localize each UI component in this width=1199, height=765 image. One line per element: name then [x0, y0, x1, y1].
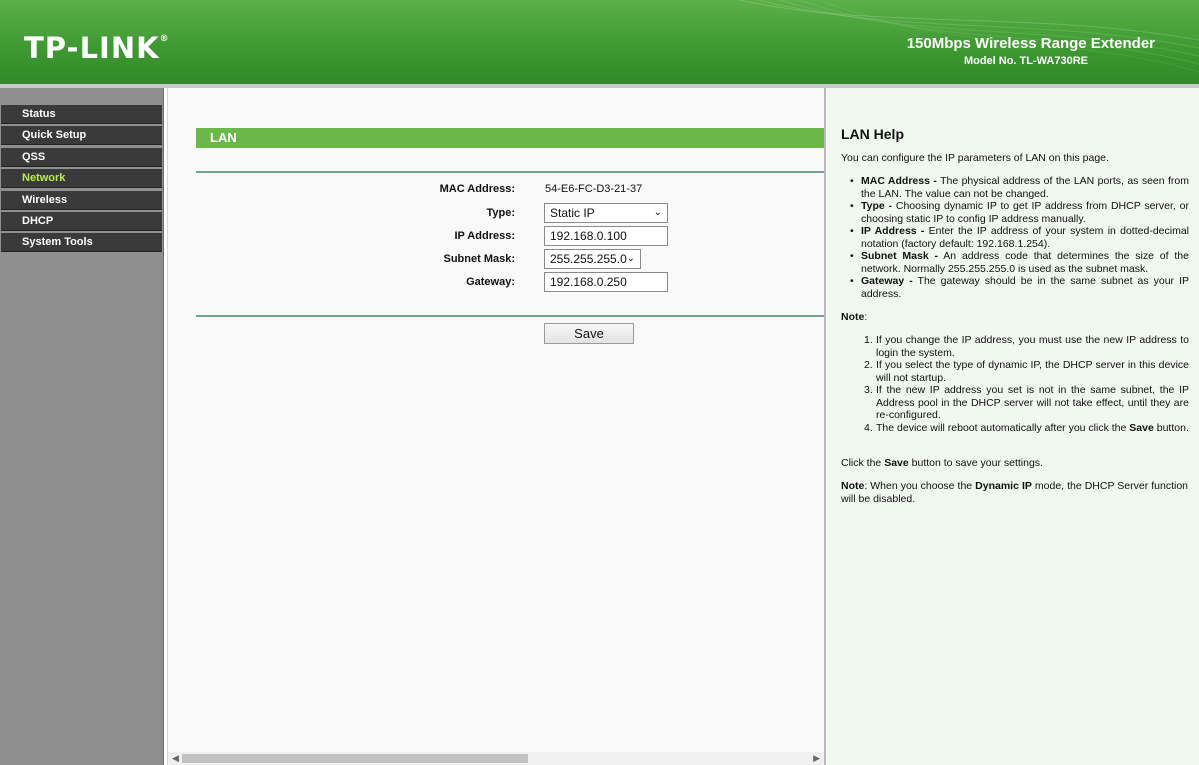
help-panel: LAN Help You can configure the IP parame… — [826, 88, 1199, 765]
sidebar-item-status[interactable]: Status — [1, 105, 162, 124]
note-label: Note — [841, 311, 865, 323]
sidebar: Status Quick Setup QSS Network Wireless … — [0, 88, 164, 765]
chevron-down-icon: ⌄ — [626, 253, 635, 264]
scroll-right-icon[interactable]: ▶ — [813, 752, 820, 765]
note-list: 1. If you change the IP address, you must… — [864, 334, 1189, 435]
help-bold: Note — [841, 480, 865, 492]
gateway-input[interactable] — [544, 272, 668, 292]
note-heading: Note: — [841, 311, 867, 323]
list-item: IP Address - Enter the IP address of you… — [850, 225, 1189, 250]
list-item: Subnet Mask - An address code that deter… — [850, 250, 1189, 275]
mac-address-label: MAC Address: — [439, 183, 515, 195]
divider-top — [196, 171, 824, 173]
scroll-left-icon[interactable]: ◀ — [172, 752, 179, 765]
list-item: MAC Address - The physical address of th… — [850, 175, 1189, 200]
divider-bottom — [196, 315, 824, 317]
note-text: If the new IP address you set is not in … — [876, 384, 1189, 421]
horizontal-scrollbar[interactable]: ◀ ▶ — [168, 752, 824, 765]
tp-link-logo: TP-LINK® — [24, 31, 170, 65]
save-button[interactable]: Save — [544, 323, 634, 344]
note-number: 1. — [864, 334, 873, 346]
ip-address-label: IP Address: — [454, 230, 515, 242]
note-text: If you change the IP address, you must u… — [876, 334, 1189, 359]
mac-address-value: 54-E6-FC-D3-21-37 — [545, 183, 643, 195]
sidebar-item-wireless[interactable]: Wireless — [1, 190, 162, 210]
help-term: Type - — [861, 200, 893, 212]
model-number: Model No. TL-WA730RE — [963, 55, 1088, 67]
help-term: MAC Address - — [861, 175, 937, 187]
logo-text: TP-LINK — [24, 31, 160, 65]
help-bold: Dynamic IP — [975, 480, 1032, 492]
help-intro: You can configure the IP parameters of L… — [841, 152, 1109, 164]
scrollbar-thumb[interactable] — [182, 754, 528, 763]
help-text: button to save your settings. — [908, 457, 1043, 469]
help-save-instruction: Click the Save button to save your setti… — [841, 457, 1191, 469]
list-item: 3. If the new IP address you set is not i… — [864, 384, 1189, 422]
list-item: Type - Choosing dynamic IP to get IP add… — [850, 200, 1189, 225]
main-panel: LAN MAC Address: 54-E6-FC-D3-21-37 Type:… — [167, 88, 826, 765]
help-bold: Save — [884, 457, 909, 469]
sidebar-item-dhcp[interactable]: DHCP — [1, 211, 162, 231]
note-text: The device will reboot automatically aft… — [876, 421, 1130, 434]
type-select-value: Static IP — [550, 206, 595, 220]
help-term: Gateway - — [861, 275, 913, 287]
sidebar-item-system-tools[interactable]: System Tools — [1, 233, 162, 253]
note-number: 4. — [864, 421, 873, 434]
header-banner: TP-LINK® 150Mbps Wireless Range Extender… — [0, 0, 1199, 87]
note-text: If you select the type of dynamic IP, th… — [876, 359, 1189, 384]
note-bold: Save — [1129, 421, 1154, 434]
help-text: : When you choose the — [864, 480, 976, 492]
help-term: IP Address - — [861, 225, 925, 237]
note-text-end: button. — [1153, 421, 1189, 434]
help-text: Click the — [841, 457, 885, 469]
note-number: 2. — [864, 359, 873, 371]
help-dynamic-ip-note: Note: When you choose the Dynamic IP mod… — [841, 480, 1188, 505]
chevron-down-icon: ⌄ — [653, 207, 662, 218]
ip-address-input[interactable] — [544, 226, 668, 246]
subnet-mask-select-value: 255.255.255.0 — [550, 252, 627, 266]
type-label: Type: — [486, 207, 515, 219]
subnet-mask-label: Subnet Mask: — [443, 253, 515, 265]
help-text: Choosing dynamic IP to get IP address fr… — [861, 200, 1189, 225]
type-select[interactable]: Static IP ⌄ — [544, 203, 668, 223]
sidebar-item-quick-setup[interactable]: Quick Setup — [1, 126, 162, 146]
sidebar-item-network[interactable]: Network — [1, 169, 162, 189]
list-item: 2. If you select the type of dynamic IP, … — [864, 359, 1189, 384]
sidebar-menu: Status Quick Setup QSS Network Wireless … — [1, 105, 162, 255]
gateway-label: Gateway: — [466, 276, 515, 288]
logo-registered-mark: ® — [159, 34, 170, 44]
help-term: Subnet Mask - — [861, 250, 939, 262]
list-item: Gateway - The gateway should be in the s… — [850, 275, 1189, 300]
list-item: 1. If you change the IP address, you must… — [864, 334, 1189, 359]
product-title: 150Mbps Wireless Range Extender — [906, 35, 1155, 52]
subnet-mask-select[interactable]: 255.255.255.0 ⌄ — [544, 249, 641, 269]
note-number: 3. — [864, 384, 873, 396]
help-field-list: MAC Address - The physical address of th… — [850, 175, 1189, 300]
section-title: LAN — [196, 128, 824, 148]
sidebar-item-qss[interactable]: QSS — [1, 147, 162, 167]
help-title: LAN Help — [841, 126, 904, 142]
list-item: 4. The device will reboot automatically a… — [864, 421, 1189, 435]
note-colon: : — [864, 311, 868, 323]
